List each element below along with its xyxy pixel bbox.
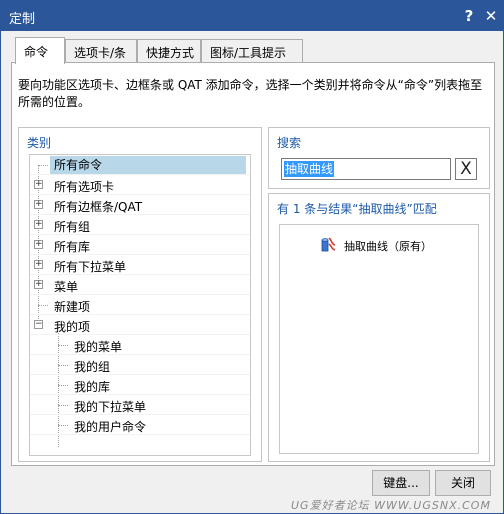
tab-tabs-bars[interactable]: 选项卡/条 xyxy=(65,39,137,63)
expand-icon[interactable]: + xyxy=(34,260,43,269)
tree-item-label: 所有库 xyxy=(54,240,91,254)
tree-item-my-dropdowns[interactable]: 我的下拉菜单 xyxy=(30,395,250,415)
instructions-text: 要向功能区选项卡、边框条或 QAT 添加命令，选择一个类别并将命令从“命令”列表… xyxy=(18,78,483,109)
window-title: 定制 xyxy=(9,12,36,27)
tab-shortcuts[interactable]: 快捷方式 xyxy=(137,39,201,63)
tree-item-label: 所有下拉菜单 xyxy=(54,260,127,274)
close-button[interactable]: 关闭 xyxy=(435,470,491,496)
tree-item-new-item[interactable]: 新建项 xyxy=(30,295,250,315)
tree-item-label: 我的用户命令 xyxy=(74,420,147,434)
tab-commands[interactable]: 命令 xyxy=(15,37,65,64)
tree-item-all-borderbars-qat[interactable]: + 所有边框条/QAT xyxy=(30,195,250,215)
tree-item-all-dropdowns[interactable]: + 所有下拉菜单 xyxy=(30,255,250,275)
tree-connector xyxy=(58,425,68,426)
search-input[interactable]: 抽取曲线 xyxy=(281,158,451,180)
tree-item-menu[interactable]: + 菜单 xyxy=(30,275,250,295)
tab-icons-tooltips[interactable]: 图标/工具提示 xyxy=(201,39,303,63)
tree-connector xyxy=(58,385,68,386)
tree-item-label: 菜单 xyxy=(54,280,79,294)
keyboard-button[interactable]: 键盘... xyxy=(372,470,430,496)
tree-item-label: 所有命令 xyxy=(50,156,246,174)
tree-item-my-groups[interactable]: 我的组 xyxy=(30,355,250,375)
tree-item-label: 我的项 xyxy=(54,320,91,334)
expand-icon[interactable]: + xyxy=(34,180,43,189)
tree-item-my-menus[interactable]: 我的菜单 xyxy=(30,335,250,355)
expand-icon[interactable]: + xyxy=(34,280,43,289)
tree-item-my-galleries[interactable]: 我的库 xyxy=(30,375,250,395)
tree-item-label: 我的菜单 xyxy=(74,340,123,354)
tree-item-label: 所有边框条/QAT xyxy=(54,200,143,214)
tree-item-all-galleries[interactable]: + 所有库 xyxy=(30,235,250,255)
tree-item-label: 我的下拉菜单 xyxy=(74,400,147,414)
category-group: 类别 所有命令 + 所有选项卡 + 所有边框条/QAT + 所有组 + 所有库 … xyxy=(18,127,262,462)
tree-item-label: 所有选项卡 xyxy=(54,180,115,194)
tree-item-all-groups[interactable]: + 所有组 xyxy=(30,215,250,235)
tree-item-label: 新建项 xyxy=(54,300,91,314)
command-list[interactable]: 抽取曲线（原有） xyxy=(279,224,479,454)
watermark: UG爱好者论坛 WWW.UGSNX.COM xyxy=(291,499,491,512)
tree-item-my-items[interactable]: − 我的项 xyxy=(30,315,250,335)
search-value: 抽取曲线 xyxy=(284,161,335,177)
results-title: 有 1 条与结果“抽取曲线”匹配 xyxy=(277,202,437,216)
category-title: 类别 xyxy=(27,136,52,150)
results-group: 有 1 条与结果“抽取曲线”匹配 抽取曲线（原有） xyxy=(268,193,490,462)
tree-item-my-user-commands[interactable]: 我的用户命令 xyxy=(30,415,250,435)
tree-connector xyxy=(38,165,48,166)
title-bar: 定制 ? ✕ xyxy=(1,1,503,31)
tree-item-all-tabs[interactable]: + 所有选项卡 xyxy=(30,175,250,195)
commands-panel: 要向功能区选项卡、边框条或 QAT 添加命令，选择一个类别并将命令从“命令”列表… xyxy=(11,62,495,466)
tree-item-label: 我的库 xyxy=(74,380,111,394)
expand-icon[interactable]: + xyxy=(34,220,43,229)
collapse-icon[interactable]: − xyxy=(34,320,43,329)
search-group: 搜索 抽取曲线 X xyxy=(268,127,490,189)
expand-icon[interactable]: + xyxy=(34,200,43,209)
tree-item-label: 我的组 xyxy=(74,360,111,374)
tree-connector xyxy=(58,365,68,366)
extract-curve-icon xyxy=(321,237,336,252)
category-tree[interactable]: 所有命令 + 所有选项卡 + 所有边框条/QAT + 所有组 + 所有库 + 所… xyxy=(29,154,251,456)
clear-search-button[interactable]: X xyxy=(455,158,477,180)
tree-item-all-commands[interactable]: 所有命令 xyxy=(30,155,250,175)
search-title: 搜索 xyxy=(277,136,302,150)
tree-connector xyxy=(38,305,48,306)
tree-connector xyxy=(58,405,68,406)
tree-connector xyxy=(58,345,68,346)
tree-item-label: 所有组 xyxy=(54,220,91,234)
help-button[interactable]: ? xyxy=(459,5,479,27)
command-label: 抽取曲线（原有） xyxy=(344,240,432,253)
expand-icon[interactable]: + xyxy=(34,240,43,249)
customize-dialog: 定制 ? ✕ 命令 选项卡/条 快捷方式 图标/工具提示 要向功能区选项卡、边框… xyxy=(0,0,504,514)
close-window-button[interactable]: ✕ xyxy=(481,5,501,27)
